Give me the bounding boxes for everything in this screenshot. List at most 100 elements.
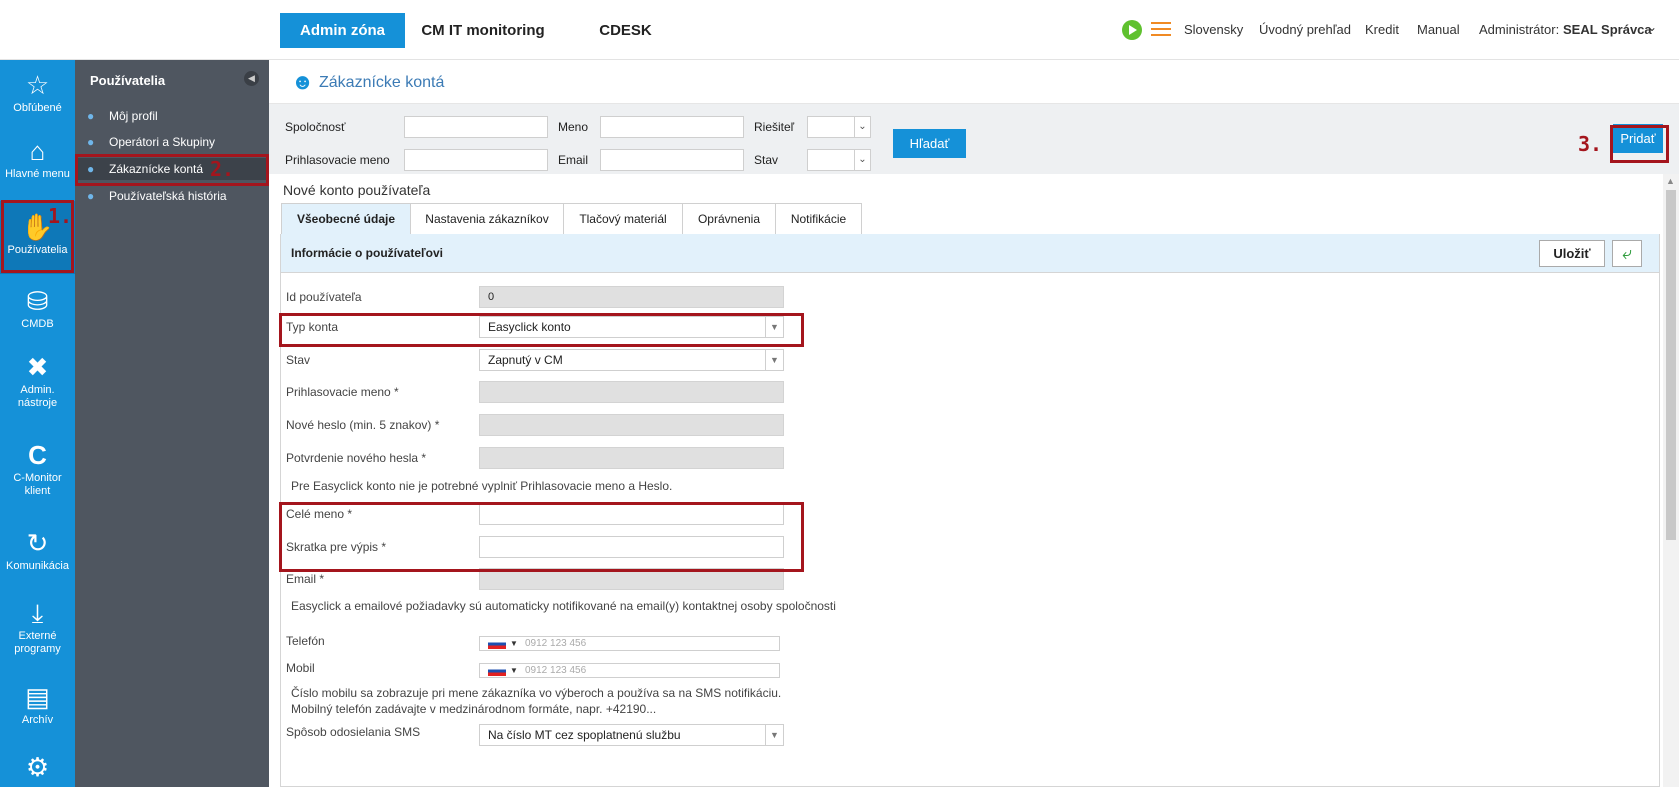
download-icon: ⤓	[31, 598, 44, 628]
sidebar-item-label: Admin. nástroje	[17, 384, 58, 409]
status-label: Stav	[754, 153, 779, 167]
tab-general[interactable]: Všeobecné údaje	[281, 203, 411, 234]
collapse-icon[interactable]: ◀	[244, 71, 259, 86]
company-label: Spoločnosť	[285, 120, 346, 134]
solver-select[interactable]: ⌄	[807, 116, 871, 138]
menu-icon[interactable]	[1151, 22, 1171, 36]
status-select[interactable]: Zapnutý v CM ▼	[479, 349, 784, 371]
email-input[interactable]	[600, 149, 744, 171]
chevron-down-icon: ⌄	[854, 117, 870, 137]
database-icon: ⛁	[26, 286, 49, 316]
mobile-placeholder: 0912 123 456	[525, 665, 587, 676]
save-button[interactable]: Uložiť	[1539, 240, 1605, 267]
nav-cm-it-monitoring[interactable]: CM IT monitoring	[413, 13, 553, 48]
mobile-input[interactable]: ▼ 0912 123 456	[479, 663, 780, 678]
subnav-item-user-history[interactable]: ● Používateľská história	[75, 185, 269, 207]
page-header: ☻ Zákaznícke kontá	[269, 60, 1679, 104]
subnav-item-my-profile[interactable]: ● Môj profil	[75, 105, 269, 127]
sidebar-item-label: Externé programy	[14, 630, 61, 655]
email-label: Email	[558, 153, 589, 167]
status-select[interactable]: ⌄	[807, 149, 871, 171]
mobile-label: Mobil	[286, 661, 315, 675]
sidebar-item-external-programs[interactable]: ⤓ Externé programy	[0, 596, 75, 656]
user-gear-icon: ●	[87, 109, 95, 123]
scrollbar[interactable]: ▲	[1663, 174, 1679, 787]
step-1-label: 1.	[48, 204, 73, 228]
chevron-down-icon[interactable]: ⌄	[1647, 20, 1657, 34]
sidebar-item-favorites[interactable]: ☆ Obľúbené	[0, 68, 75, 115]
chevron-down-icon: ▼	[765, 350, 783, 370]
form-title: Nové konto používateľa	[283, 182, 431, 198]
status-value: Zapnutý v CM	[488, 353, 563, 367]
subnav-item-operators[interactable]: ● Operátori a Skupiny	[75, 131, 269, 153]
sidebar-item-label: Hlavné menu	[5, 168, 70, 180]
scrollbar-thumb[interactable]	[1666, 190, 1676, 540]
tab-print-material[interactable]: Tlačový materiál	[563, 203, 683, 234]
manual-link[interactable]: Manual	[1417, 22, 1460, 37]
login-field	[479, 381, 784, 403]
sidebar-item-cmdb[interactable]: ⛁ CMDB	[0, 284, 75, 331]
sync-icon: ↻	[26, 528, 49, 558]
chevron-down-icon: ▼	[765, 725, 783, 745]
main-content: ☻ Zákaznícke kontá Spoločnosť Meno Rieši…	[269, 60, 1679, 787]
solver-label: Riešiteľ	[754, 120, 795, 134]
sms-method-select[interactable]: Na číslo MT cez spoplatnenú službu ▼	[479, 724, 784, 746]
sidebar-item-label: Obľúbené	[13, 102, 62, 114]
section-title: Informácie o používateľovi	[291, 246, 443, 260]
sidebar-item-admin-tools[interactable]: ✖ Admin. nástroje	[0, 350, 75, 410]
credit-link[interactable]: Kredit	[1365, 22, 1399, 37]
login-input[interactable]	[404, 149, 548, 171]
sms-label: Spôsob odosielania SMS	[286, 725, 421, 739]
company-input[interactable]	[404, 116, 548, 138]
email-label: Email *	[286, 572, 325, 586]
easyclick-note: Pre Easyclick konto nie je potrebné vypl…	[291, 479, 673, 493]
back-arrow-icon[interactable]: ⤶	[1612, 240, 1642, 267]
lang-link[interactable]: Slovensky	[1184, 22, 1243, 37]
history-icon: ●	[87, 189, 95, 203]
name-input[interactable]	[600, 116, 744, 138]
highlight-box-2	[75, 154, 269, 186]
sidebar-item-archive[interactable]: ▤ Archív	[0, 680, 75, 727]
new-password-label: Nové heslo (min. 5 znakov) *	[286, 418, 440, 432]
search-button[interactable]: Hľadať	[893, 129, 966, 158]
caret-down-icon[interactable]: ▼	[510, 664, 518, 677]
filter-bar: Spoločnosť Meno Riešiteľ ⌄ Prihlasovacie…	[269, 104, 1679, 174]
tools-icon: ✖	[26, 352, 49, 382]
nav-cdesk[interactable]: CDESK	[588, 13, 663, 48]
tab-notifications[interactable]: Notifikácie	[775, 203, 862, 234]
scroll-up-icon[interactable]: ▲	[1666, 176, 1675, 186]
caret-down-icon[interactable]: ▼	[510, 637, 518, 650]
phone-input[interactable]: ▼ 0912 123 456	[479, 636, 780, 651]
subnav-title: Používatelia	[90, 73, 166, 88]
main-sidebar: ☆ Obľúbené ⌂ Hlavné menu ✋ Používatelia …	[0, 60, 75, 787]
sidebar-item-settings[interactable]: ⚙	[0, 750, 75, 784]
sidebar-item-label: Archív	[21, 714, 54, 726]
flag-icon[interactable]	[488, 639, 506, 649]
confirm-password-field	[479, 447, 784, 469]
play-icon[interactable]	[1122, 20, 1142, 40]
sidebar-item-communication[interactable]: ↻ Komunikácia	[0, 526, 75, 573]
tab-customer-settings[interactable]: Nastavenia zákazníkov	[410, 203, 564, 234]
overview-link[interactable]: Úvodný prehľad	[1259, 22, 1351, 37]
name-label: Meno	[558, 120, 589, 134]
status-label: Stav	[286, 353, 311, 367]
step-2-label: 2.	[210, 157, 235, 181]
flag-icon[interactable]	[488, 666, 506, 676]
nav-admin-zone[interactable]: Admin zóna	[280, 13, 405, 48]
panel-header: Informácie o používateľovi Uložiť ⤶	[281, 234, 1659, 273]
sidebar-item-main-menu[interactable]: ⌂ Hlavné menu	[0, 134, 75, 181]
new-password-field	[479, 414, 784, 436]
sidebar-item-c-monitor[interactable]: C C-Monitor klient	[0, 438, 75, 498]
subnav-item-label: Používateľská história	[109, 189, 227, 203]
highlight-box-names	[279, 502, 804, 572]
new-account-form: Nové konto používateľa Všeobecné údaje N…	[280, 174, 1663, 787]
sms-method-value: Na číslo MT cez spoplatnenú službu	[488, 728, 681, 742]
confirm-password-label: Potvrdenie nového hesla *	[286, 451, 427, 465]
mobile-note-1: Číslo mobilu sa zobrazuje pri mene zákaz…	[291, 686, 782, 700]
archive-icon: ▤	[25, 682, 50, 712]
tab-permissions[interactable]: Oprávnenia	[682, 203, 776, 234]
admin-user-menu[interactable]: SEAL Správca	[1563, 22, 1652, 37]
sidebar-item-label: Komunikácia	[6, 560, 69, 572]
user-icon: ☻	[291, 69, 315, 94]
subnav-item-label: Operátori a Skupiny	[109, 135, 216, 149]
